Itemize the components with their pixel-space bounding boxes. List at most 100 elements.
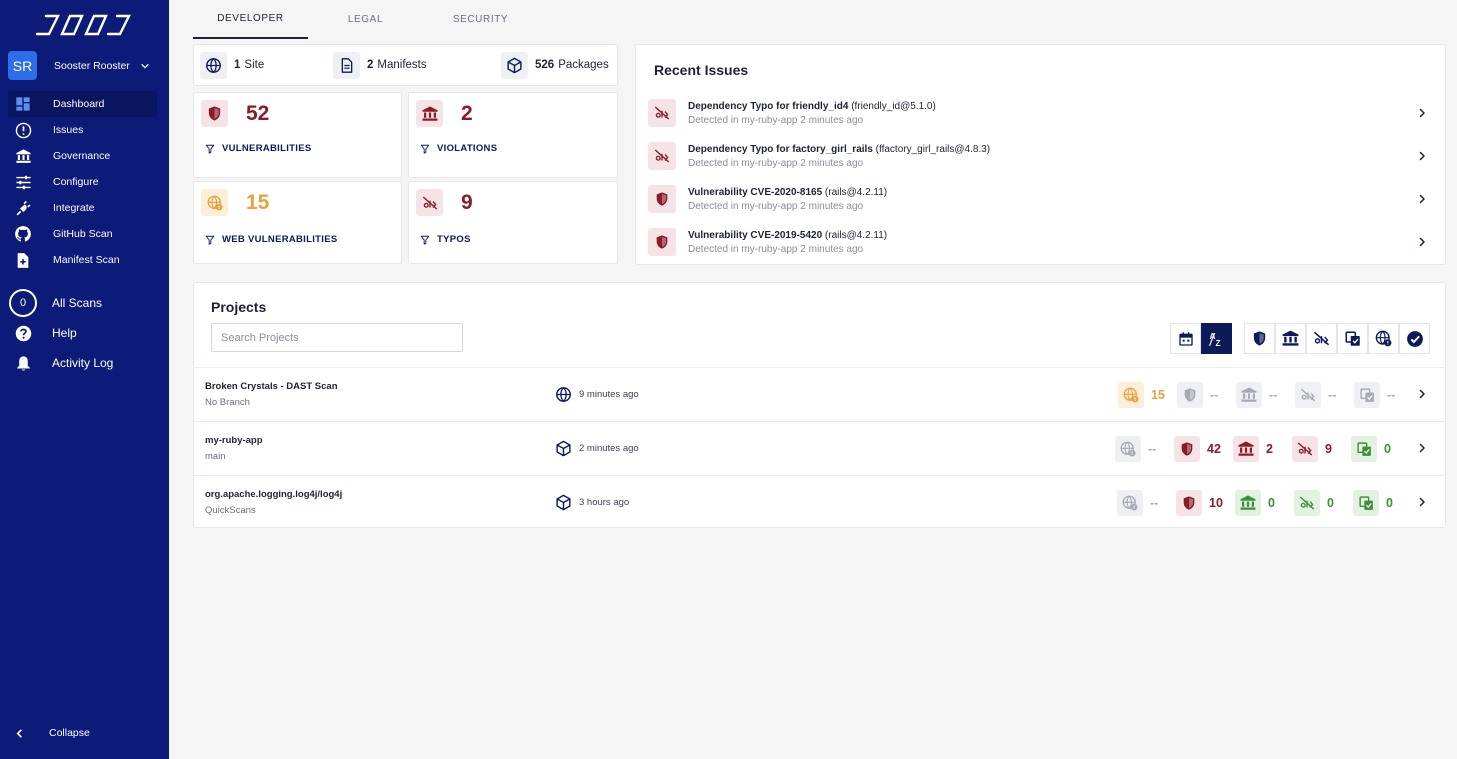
issue-title: Vulnerability CVE-2020-8165 <box>688 186 823 198</box>
shield-icon <box>201 100 228 127</box>
filter-icon <box>205 235 215 245</box>
metric-value: 9 <box>1325 442 1332 456</box>
recent-issue-item[interactable]: Dependency Typo for friendly_id4 (friend… <box>648 96 1434 130</box>
summary-bar: 1 Site 2 Manifests 526 Packages <box>193 44 618 86</box>
web-vulnerability-icon <box>1117 490 1143 516</box>
filter-passed-button[interactable] <box>1399 323 1430 354</box>
sidebar-item-activity-log[interactable]: Activity Log <box>8 348 157 378</box>
tab-security[interactable]: SECURITY <box>423 0 538 39</box>
vulnerabilities-label: VULNERABILITIES <box>222 143 312 154</box>
bell-icon <box>14 354 32 372</box>
bank-icon <box>14 147 32 165</box>
project-row[interactable]: org.apache.logging.log4j/log4j QuickScan… <box>194 475 1445 529</box>
filter-dependencies-button[interactable] <box>1337 323 1368 354</box>
typo-icon <box>1292 436 1318 462</box>
project-row[interactable]: my-ruby-app main 2 minutes ago -- 42 2 9… <box>194 421 1445 475</box>
dependency-metric: 0 <box>1353 490 1412 516</box>
filter-violations-button[interactable] <box>1275 323 1306 354</box>
metric-value: -- <box>1387 388 1396 402</box>
sidebar-item-integrate[interactable]: Integrate <box>8 195 157 221</box>
project-time: 3 hours ago <box>579 497 630 508</box>
sidebar-item-dashboard[interactable]: Dashboard <box>8 91 157 117</box>
sidebar-item-label: Help <box>52 326 77 340</box>
issue-detected: Detected in my-ruby-app 2 minutes ago <box>688 114 864 126</box>
sites-summary[interactable]: 1 Site <box>200 51 265 79</box>
chevron-right-icon <box>1416 150 1428 162</box>
filter-icon <box>420 144 430 154</box>
packages-summary[interactable]: 526 Packages <box>501 51 609 79</box>
sort-alphabetical-button[interactable]: AZ <box>1201 323 1232 354</box>
recent-issue-item[interactable]: Vulnerability CVE-2020-8165 (rails@4.2.1… <box>648 182 1434 216</box>
soos-logo[interactable] <box>34 12 132 38</box>
sidebar-item-configure[interactable]: Configure <box>8 169 157 195</box>
metric-value: 0 <box>1268 496 1275 510</box>
project-branch: No Branch <box>205 397 250 408</box>
vulnerabilities-card[interactable]: 52 VULNERABILITIES <box>193 92 402 178</box>
web-vulnerabilities-filter[interactable]: WEB VULNERABILITIES <box>205 234 337 245</box>
sites-label: Site <box>244 59 265 71</box>
dependency-icon <box>1354 382 1380 408</box>
sidebar-item-label: All Scans <box>52 296 103 310</box>
projects-panel: Projects AZ Broken Crystals - DAST Scan … <box>193 282 1446 528</box>
file-plus-icon <box>14 251 32 269</box>
chevron-right-icon <box>1416 388 1428 400</box>
tab-developer[interactable]: DEVELOPER <box>193 0 308 39</box>
project-last-scan: 9 minutes ago <box>555 386 639 403</box>
dependency-icon <box>1351 436 1377 462</box>
project-row[interactable]: Broken Crystals - DAST Scan No Branch 9 … <box>194 367 1445 421</box>
typos-card[interactable]: 9 TYPOS <box>408 181 618 264</box>
bank-icon <box>1235 490 1261 516</box>
dependency-icon <box>1344 330 1362 348</box>
project-metrics: 15 -- -- -- -- <box>1118 382 1413 408</box>
project-time: 9 minutes ago <box>579 389 639 400</box>
web-vulnerabilities-card[interactable]: 15 WEB VULNERABILITIES <box>193 181 402 264</box>
typos-filter[interactable]: TYPOS <box>420 234 471 245</box>
metric-value: 42 <box>1207 442 1221 456</box>
collapse-button[interactable]: Collapse <box>14 727 90 739</box>
vulnerabilities-filter[interactable]: VULNERABILITIES <box>205 143 311 154</box>
search-projects-input[interactable] <box>211 323 463 352</box>
shield-icon <box>648 185 676 213</box>
metric-value: 0 <box>1327 496 1334 510</box>
sort-az-icon: AZ <box>1208 332 1220 347</box>
violations-filter[interactable]: VIOLATIONS <box>420 143 497 154</box>
svg-text:Z: Z <box>1215 338 1220 347</box>
violations-card[interactable]: 2 VIOLATIONS <box>408 92 618 178</box>
sidebar-item-all-scans[interactable]: 0 All Scans <box>8 288 157 318</box>
manifests-summary[interactable]: 2 Manifests <box>333 51 427 79</box>
sidebar-item-github-scan[interactable]: GitHub Scan <box>8 221 157 247</box>
recent-issue-item[interactable]: Vulnerability CVE-2019-5420 (rails@4.2.1… <box>648 225 1434 259</box>
filter-icon <box>205 144 215 154</box>
manifests-label: Manifests <box>377 59 427 71</box>
recent-issue-item[interactable]: Dependency Typo for factory_girl_rails (… <box>648 139 1434 173</box>
issue-detected: Detected in my-ruby-app 2 minutes ago <box>688 157 864 169</box>
filter-web-vulnerabilities-button[interactable] <box>1368 323 1399 354</box>
sort-by-date-button[interactable] <box>1170 323 1201 354</box>
user-menu[interactable]: SR Sooster Rooster <box>8 51 158 80</box>
metric-value: -- <box>1210 388 1219 402</box>
metric-value: -- <box>1148 442 1157 456</box>
projects-title: Projects <box>211 299 267 315</box>
sidebar-item-manifest-scan[interactable]: Manifest Scan <box>8 247 157 273</box>
package-icon <box>555 440 572 457</box>
packages-label: Packages <box>558 59 609 71</box>
chevron-left-icon <box>16 728 22 738</box>
project-last-scan: 3 hours ago <box>555 494 629 511</box>
sidebar-item-label: Integrate <box>53 202 95 214</box>
tab-legal[interactable]: LEGAL <box>308 0 423 39</box>
metric-value: 2 <box>1266 442 1273 456</box>
filter-vulnerabilities-button[interactable] <box>1244 323 1275 354</box>
filter-typos-button[interactable] <box>1306 323 1337 354</box>
chevron-right-icon <box>1416 442 1428 454</box>
project-metrics: -- 10 0 0 0 <box>1117 490 1412 516</box>
metric-value: 15 <box>1151 388 1165 402</box>
typo-metric: 9 <box>1292 436 1351 462</box>
filter-icon <box>420 235 430 245</box>
sidebar-item-issues[interactable]: Issues <box>8 117 157 143</box>
web-vulnerability-metric: -- <box>1115 436 1174 462</box>
sidebar-item-help[interactable]: Help <box>8 318 157 348</box>
sort-toolbar: AZ <box>1170 323 1430 354</box>
shield-icon <box>1251 330 1268 347</box>
sidebar-item-governance[interactable]: Governance <box>8 143 157 169</box>
bank-icon <box>1281 329 1300 348</box>
